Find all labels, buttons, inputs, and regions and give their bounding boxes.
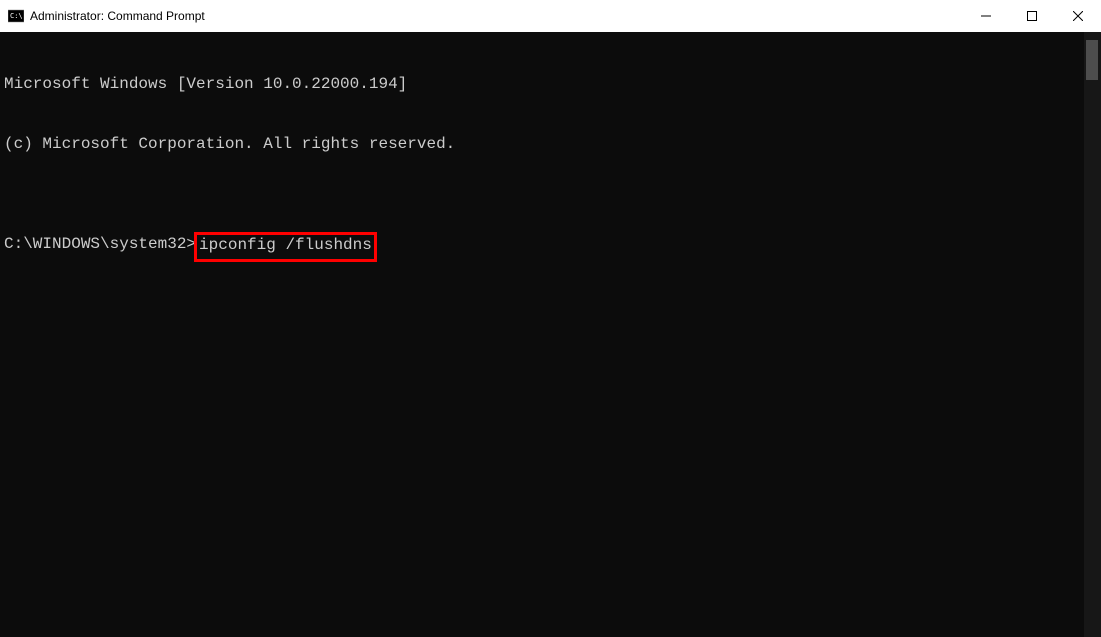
- titlebar-left: C:\ Administrator: Command Prompt: [8, 8, 205, 24]
- terminal[interactable]: Microsoft Windows [Version 10.0.22000.19…: [0, 32, 1084, 637]
- command-text: ipconfig /flushdns: [199, 236, 372, 254]
- highlighted-command: ipconfig /flushdns: [194, 232, 377, 262]
- svg-text:C:\: C:\: [10, 12, 23, 20]
- scrollbar[interactable]: [1084, 32, 1101, 637]
- terminal-container: Microsoft Windows [Version 10.0.22000.19…: [0, 32, 1101, 637]
- titlebar[interactable]: C:\ Administrator: Command Prompt: [0, 0, 1101, 32]
- maximize-button[interactable]: [1009, 0, 1055, 32]
- command-prompt-window: C:\ Administrator: Command Prompt: [0, 0, 1101, 637]
- prompt-text: C:\WINDOWS\system32>: [4, 234, 196, 254]
- cmd-icon: C:\: [8, 8, 24, 24]
- close-button[interactable]: [1055, 0, 1101, 32]
- minimize-button[interactable]: [963, 0, 1009, 32]
- scrollbar-thumb[interactable]: [1086, 40, 1098, 80]
- window-controls: [963, 0, 1101, 32]
- window-title: Administrator: Command Prompt: [30, 9, 205, 23]
- terminal-output-line: (c) Microsoft Corporation. All rights re…: [4, 134, 1080, 154]
- prompt-line: C:\WINDOWS\system32>ipconfig /flushdns: [4, 234, 1080, 262]
- terminal-output-line: Microsoft Windows [Version 10.0.22000.19…: [4, 74, 1080, 94]
